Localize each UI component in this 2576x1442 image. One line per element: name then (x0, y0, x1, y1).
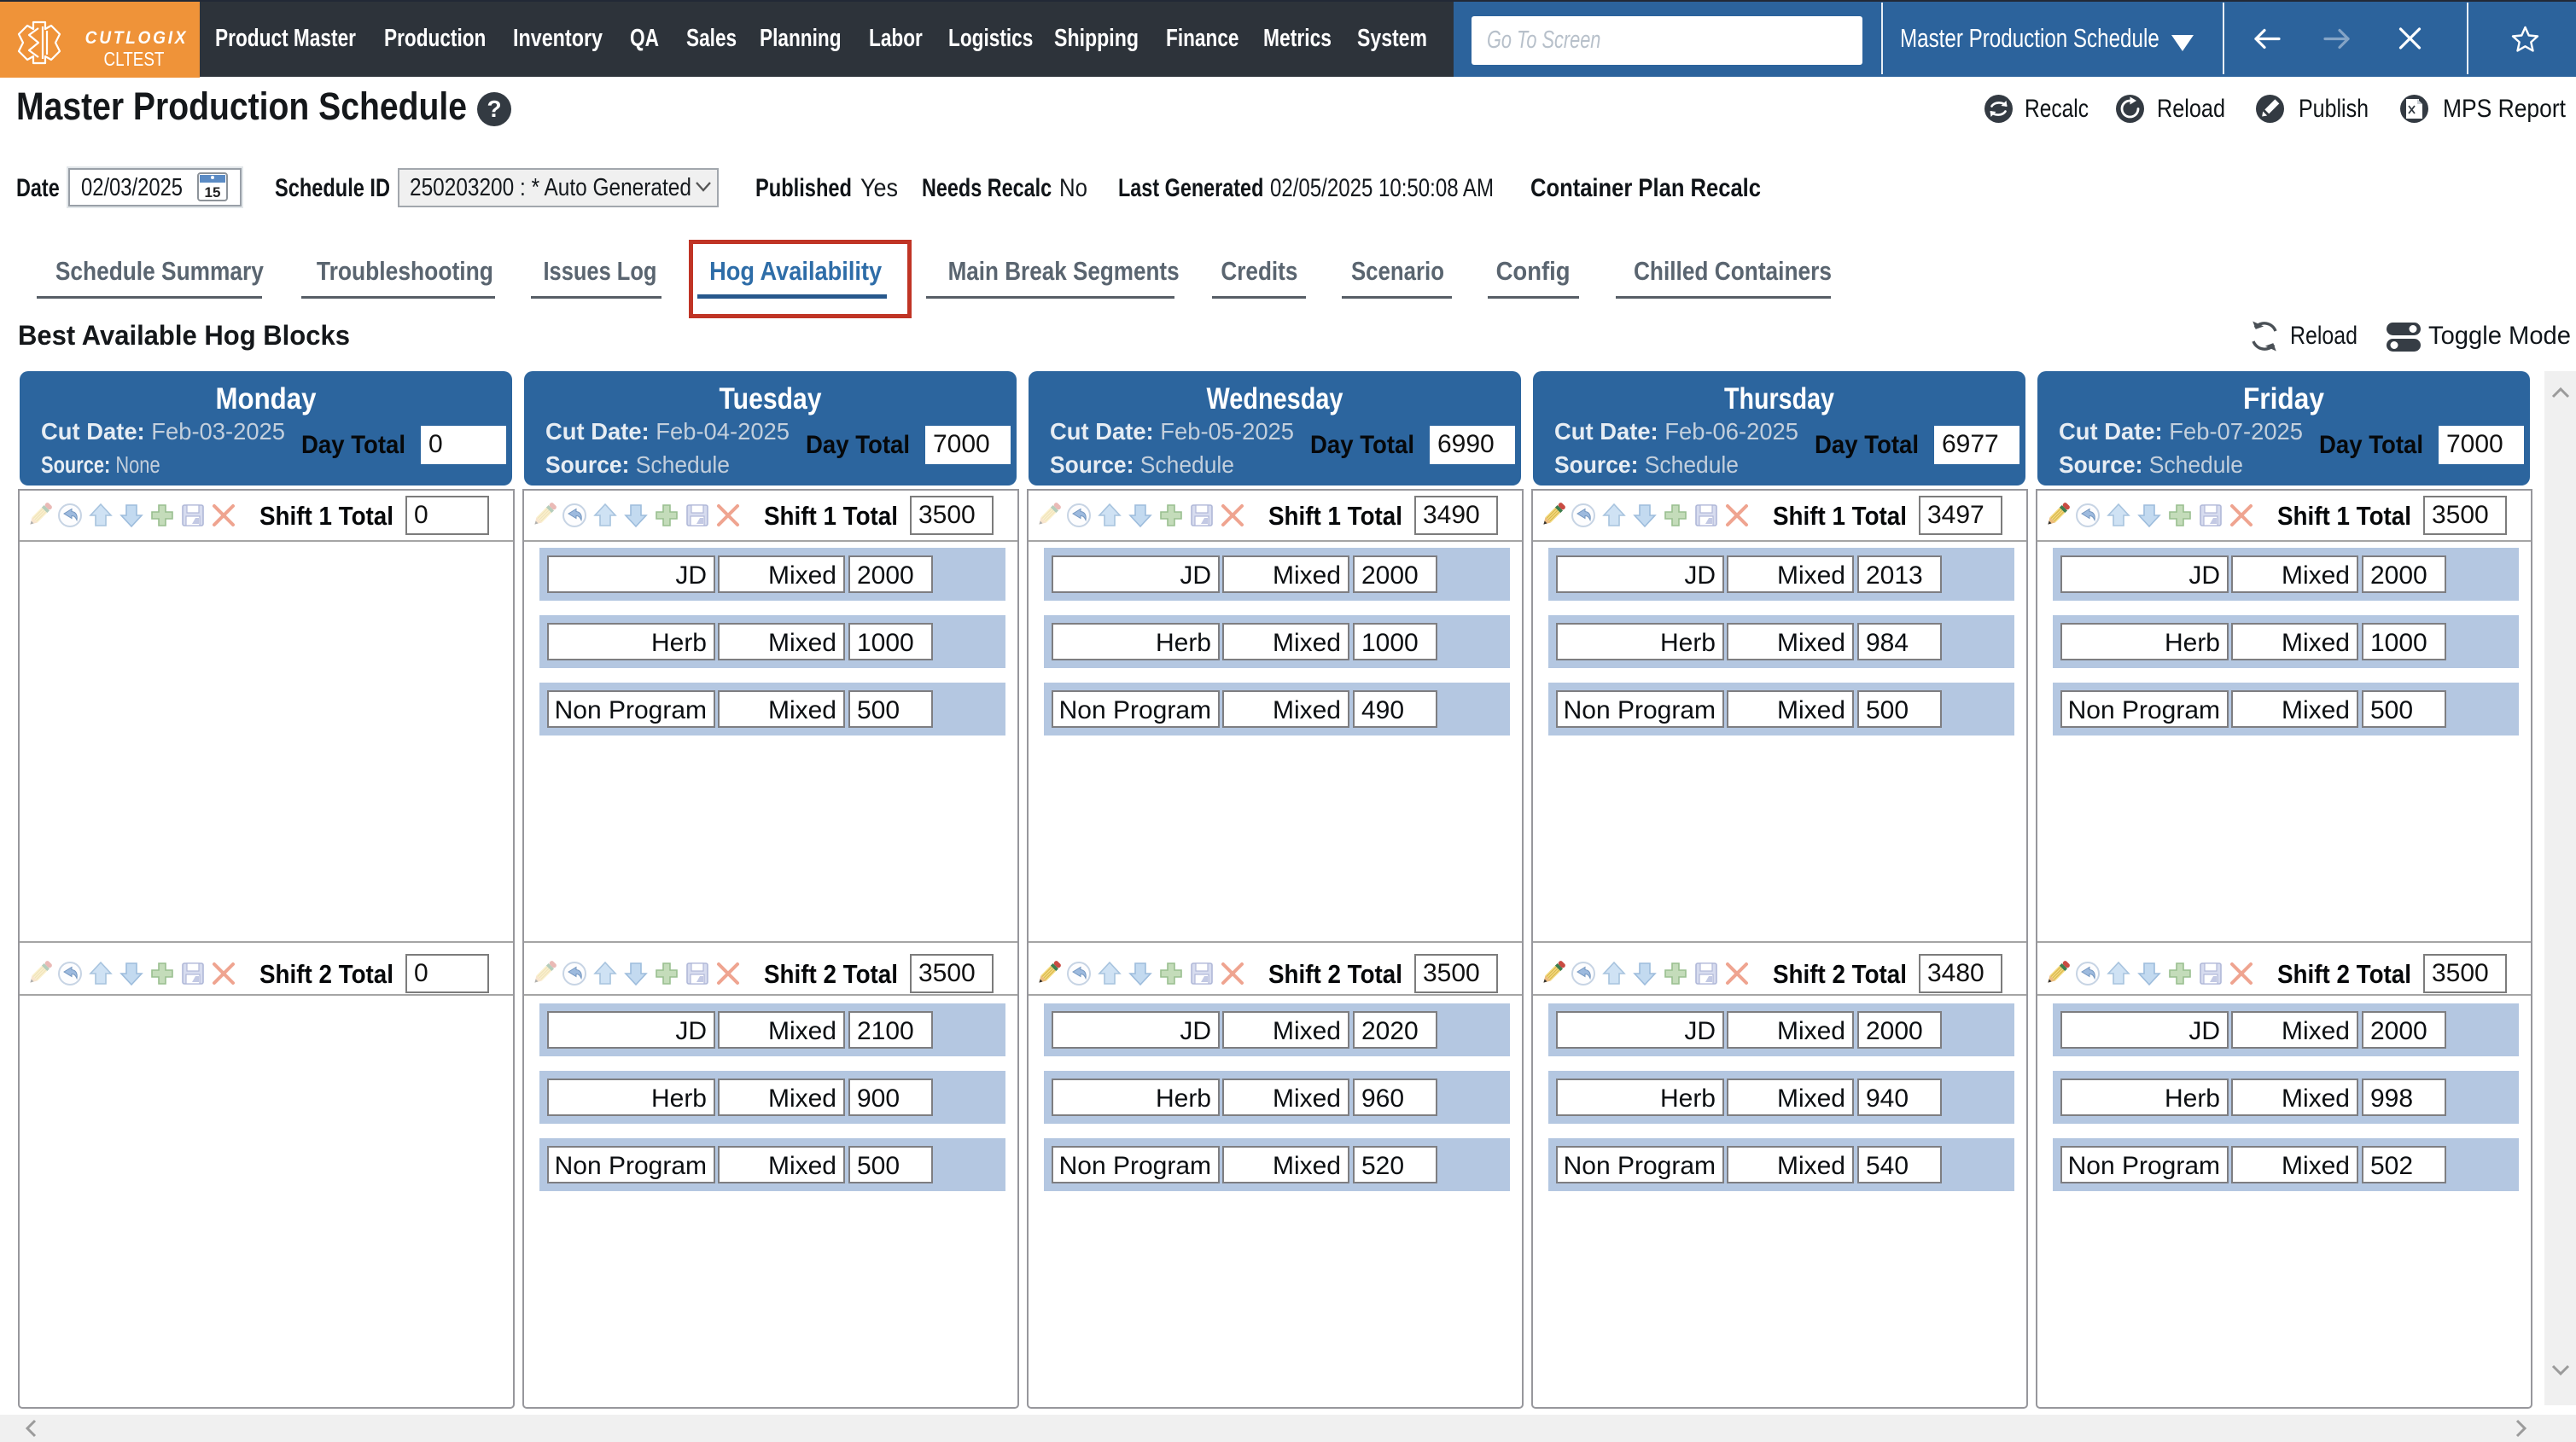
svg-text:15: 15 (205, 184, 221, 201)
